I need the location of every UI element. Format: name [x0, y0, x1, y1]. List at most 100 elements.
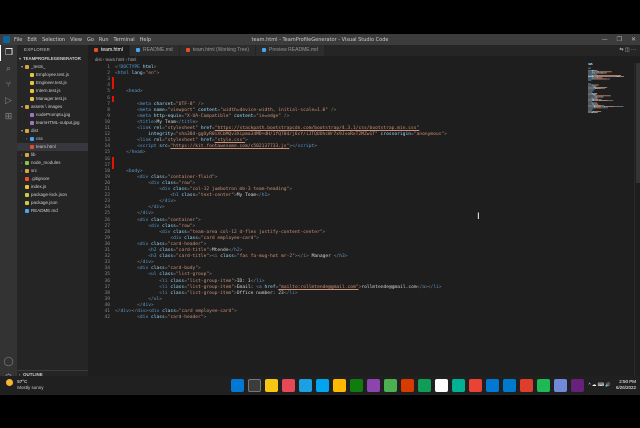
taskbar-app-icon[interactable]: [282, 379, 295, 392]
code-token: <: [115, 187, 163, 192]
code-token: head: [131, 150, 143, 156]
taskbar-app-icon[interactable]: [486, 379, 499, 392]
code-editor[interactable]: 1 <!DOCTYPE html> 2 <html lang="en"> 3 4 5 <he…: [88, 63, 588, 386]
source-control-icon[interactable]: ⑂: [0, 77, 17, 93]
account-icon[interactable]: ◯: [0, 354, 17, 370]
code-token: >: [322, 229, 326, 235]
code-token: class: [156, 254, 174, 260]
taskbar-app-icon[interactable]: [367, 379, 380, 392]
run-debug-icon[interactable]: ▷: [0, 93, 17, 109]
tree-item[interactable]: › lib: [17, 151, 88, 159]
tree-item[interactable]: ▾ _tests_: [17, 63, 88, 71]
code-token: class: [159, 180, 176, 186]
menu-item-selection[interactable]: Selection: [42, 37, 65, 43]
taskbar-app-icon[interactable]: [401, 379, 414, 392]
extensions-icon[interactable]: ⊞: [0, 109, 17, 125]
code-line: <div class="container-fluid">: [115, 175, 217, 181]
code-line: <li class="list-group-item">ID: 1</li>: [115, 278, 264, 285]
code-token: div: [153, 205, 163, 211]
taskbar-app-icon[interactable]: [554, 379, 567, 392]
breadcrumb[interactable]: dist › team.html › html: [88, 56, 640, 63]
code-token: title: [181, 119, 196, 125]
tree-item[interactable]: teamHTML-output.jpg: [17, 119, 88, 127]
system-tray: ^ ☁ ⌨ 🔊 2:50 PM 6/26/2022: [589, 379, 637, 391]
search-icon[interactable]: ⌕: [0, 61, 17, 77]
tree-item[interactable]: Employee.test.js: [17, 71, 88, 79]
tree-item[interactable]: Manager.test.js: [17, 95, 88, 103]
minimap-line: [621, 106, 623, 107]
tree-item-label: Engineer.test.js: [36, 80, 67, 85]
taskbar-app-icon[interactable]: [384, 379, 397, 392]
taskbar-app-icon[interactable]: [469, 379, 482, 392]
tab-team-html[interactable]: team.html: [88, 45, 130, 56]
taskbar-app-icon[interactable]: [452, 379, 465, 392]
tree-item[interactable]: package-lock.json: [17, 191, 88, 199]
tree-item[interactable]: Intern.test.js: [17, 87, 88, 95]
workspace-section[interactable]: ▾ TEAMPROFILEGENERATOR: [17, 55, 88, 63]
minimap-line: [592, 94, 595, 95]
taskbar-app-icon[interactable]: [418, 379, 431, 392]
menu-item-file[interactable]: File: [14, 37, 22, 43]
code-token: body: [128, 168, 140, 174]
files-icon[interactable]: ❐: [0, 45, 17, 61]
taskbar-app-icon[interactable]: [350, 379, 363, 392]
menu-item-run[interactable]: Run: [99, 37, 109, 43]
minimize-icon[interactable]: —: [602, 36, 608, 43]
tab-team-html-working-tree-[interactable]: team.html (Working Tree): [179, 45, 256, 56]
tree-item[interactable]: index.js: [17, 183, 88, 191]
minimap-line: [594, 88, 597, 89]
editor-scrollbar[interactable]: [634, 63, 640, 386]
minimap-line: [606, 107, 608, 109]
tree-item[interactable]: Engineer.test.js: [17, 79, 88, 87]
menu-item-go[interactable]: Go: [87, 37, 94, 43]
tree-item[interactable]: package.json: [17, 199, 88, 207]
menu-item-help[interactable]: Help: [140, 37, 151, 43]
taskbar-app-icon[interactable]: [503, 379, 516, 392]
close-icon[interactable]: ✕: [631, 36, 636, 43]
taskbar-app-icon[interactable]: [316, 379, 329, 392]
editor-actions[interactable]: ⇆ ◫ ···: [619, 45, 640, 56]
taskbar-app-icon[interactable]: [435, 379, 448, 392]
tree-item[interactable]: › node_modules: [17, 159, 88, 167]
minimap[interactable]: [588, 63, 632, 123]
tree-item[interactable]: nodePromptu.jpg: [17, 111, 88, 119]
taskbar-app-icon[interactable]: [520, 379, 533, 392]
line-number: 37: [104, 284, 110, 290]
tab-preview-readme-md[interactable]: Preview README.md: [256, 45, 325, 56]
code-token: "list-group-item": [186, 278, 234, 284]
code-token: charset: [150, 101, 174, 107]
code-token: >: [203, 241, 207, 247]
weather-widget[interactable]: 57°C Mostly sunny: [6, 379, 44, 391]
tray-icons[interactable]: ^ ☁ ⌨ 🔊: [589, 382, 611, 388]
code-token: "style.css": [214, 138, 246, 144]
taskbar-app-icon[interactable]: [537, 379, 550, 392]
line-number: 7: [107, 101, 110, 107]
tree-item[interactable]: › css: [17, 135, 88, 143]
scrollbar-thumb[interactable]: [636, 63, 640, 183]
taskbar-app-icon[interactable]: [571, 379, 584, 392]
code-token: >: [159, 296, 163, 302]
tree-item[interactable]: .gitignore: [17, 175, 88, 183]
menu-item-terminal[interactable]: Terminal: [114, 37, 135, 43]
tree-item[interactable]: team.html: [17, 143, 88, 151]
menu-item-view[interactable]: View: [70, 37, 82, 43]
folder-file-icon: [25, 168, 29, 173]
taskbar-app-icon[interactable]: [333, 379, 346, 392]
tree-item[interactable]: ▾ assets \ images: [17, 103, 88, 111]
js-file-icon: [30, 88, 34, 93]
tree-item[interactable]: › src: [17, 167, 88, 175]
minimap-line: [596, 71, 600, 73]
tab-readme-md[interactable]: README.md: [129, 45, 180, 56]
taskbar-app-icon[interactable]: [265, 379, 278, 392]
tree-item[interactable]: README.md: [17, 207, 88, 215]
title-bar: File Edit Selection View Go Run Terminal Help t…: [0, 34, 640, 45]
maximize-icon[interactable]: ❐: [617, 36, 622, 43]
windows-start-icon[interactable]: [231, 379, 244, 392]
tree-item[interactable]: ▾ dist: [17, 127, 88, 135]
taskbar-app-icon[interactable]: [248, 379, 261, 392]
menu-item-edit[interactable]: Edit: [27, 37, 37, 43]
code-token: >: [256, 235, 259, 241]
clock[interactable]: 2:50 PM 6/26/2022: [616, 379, 636, 391]
taskbar-app-icon[interactable]: [299, 379, 312, 392]
code-token: html: [139, 65, 154, 70]
